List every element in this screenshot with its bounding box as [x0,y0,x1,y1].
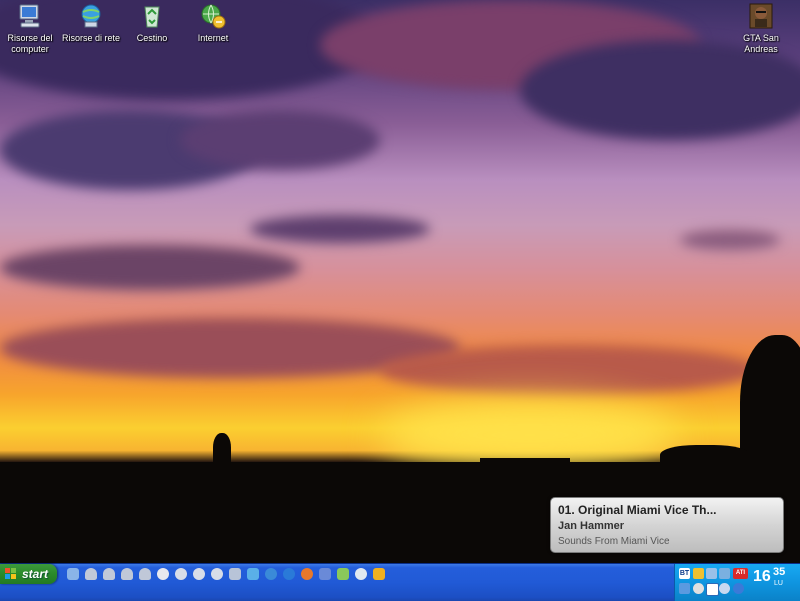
cloud [250,215,430,243]
quicklaunch-app-icon[interactable] [265,568,277,580]
network-tray-icon[interactable] [719,568,730,579]
quicklaunch-app-icon[interactable] [139,568,151,580]
quicklaunch-app-icon[interactable] [67,568,79,580]
now-playing-track: 01. Original Miami Vice Th... [558,503,717,517]
clock-day: LU [774,580,783,587]
network-places-icon [77,2,105,30]
tray-app-icon[interactable] [733,583,744,594]
cloud [380,345,760,395]
cloud [0,245,300,290]
now-playing-album: Sounds From Miami Vice [558,536,670,547]
tree-silhouette [740,335,800,470]
desktop-icon-label: GTA San Andreas [743,33,779,54]
quicklaunch-app-icon[interactable] [157,568,169,580]
system-tray: BT ATI 16 35 LU [674,564,800,601]
desktop-icon-label: Risorse del computer [7,33,53,54]
desktop-icon-label: Risorse di rete [61,33,121,43]
recycle-bin-icon [138,2,166,30]
bush-silhouette [660,445,750,470]
quicklaunch-app-icon[interactable] [193,568,205,580]
quicklaunch-app-icon[interactable] [319,568,331,580]
cloud [680,230,780,250]
quicklaunch-app-icon[interactable] [85,568,97,580]
tray-app-icon[interactable] [706,568,717,579]
desktop-icon-network-places[interactable]: Risorse di rete [59,2,123,44]
house-silhouette [480,458,570,468]
desktop-icon-my-computer[interactable]: Risorse del computer [0,2,62,55]
windows-flag-icon [5,568,17,580]
desktop-icon-label: Internet [197,33,229,43]
tray-app-icon[interactable] [679,583,690,594]
quicklaunch-app-icon[interactable] [337,568,349,580]
cloud [180,110,380,170]
tray-app-icon[interactable] [706,583,719,596]
quicklaunch-app-icon[interactable] [175,568,187,580]
internet-icon [199,2,227,30]
tray-app-icon[interactable] [693,583,704,594]
start-label: start [22,567,49,581]
cloud [520,40,800,140]
ati-tray-icon[interactable]: ATI [733,568,748,579]
desktop-icon-recycle-bin[interactable]: Cestino [120,2,184,44]
tray-app-icon[interactable] [693,568,704,579]
bluetooth-tray-icon[interactable]: BT [679,568,690,579]
desktop-icon-gta-san-andreas[interactable]: GTA San Andreas [729,2,793,55]
now-playing-notification[interactable]: 01. Original Miami Vice Th... Jan Hammer… [550,497,784,553]
clock-minute[interactable]: 35 [773,566,785,578]
desktop-wallpaper [0,0,800,563]
volume-tray-icon[interactable] [719,583,730,594]
quicklaunch-app-icon[interactable] [103,568,115,580]
taskbar: start BT ATI 16 35 LU [0,563,800,601]
start-button[interactable]: start [0,564,57,584]
quicklaunch-app-icon[interactable] [247,568,259,580]
now-playing-artist: Jan Hammer [558,520,625,532]
quicklaunch-app-icon[interactable] [373,568,385,580]
quicklaunch-app-icon[interactable] [121,568,133,580]
gta-san-andreas-icon [747,2,775,30]
clock-hour[interactable]: 16 [753,568,771,586]
quicklaunch-app-icon[interactable] [355,568,367,580]
tree-silhouette [213,433,231,465]
my-computer-icon [16,2,44,30]
desktop-icon-label: Cestino [136,33,168,43]
quicklaunch-app-icon[interactable] [211,568,223,580]
quicklaunch-firefox-icon[interactable] [301,568,313,580]
quicklaunch-app-icon[interactable] [229,568,241,580]
desktop-icon-internet[interactable]: Internet [181,2,245,44]
quicklaunch-ie-icon[interactable] [283,568,295,580]
